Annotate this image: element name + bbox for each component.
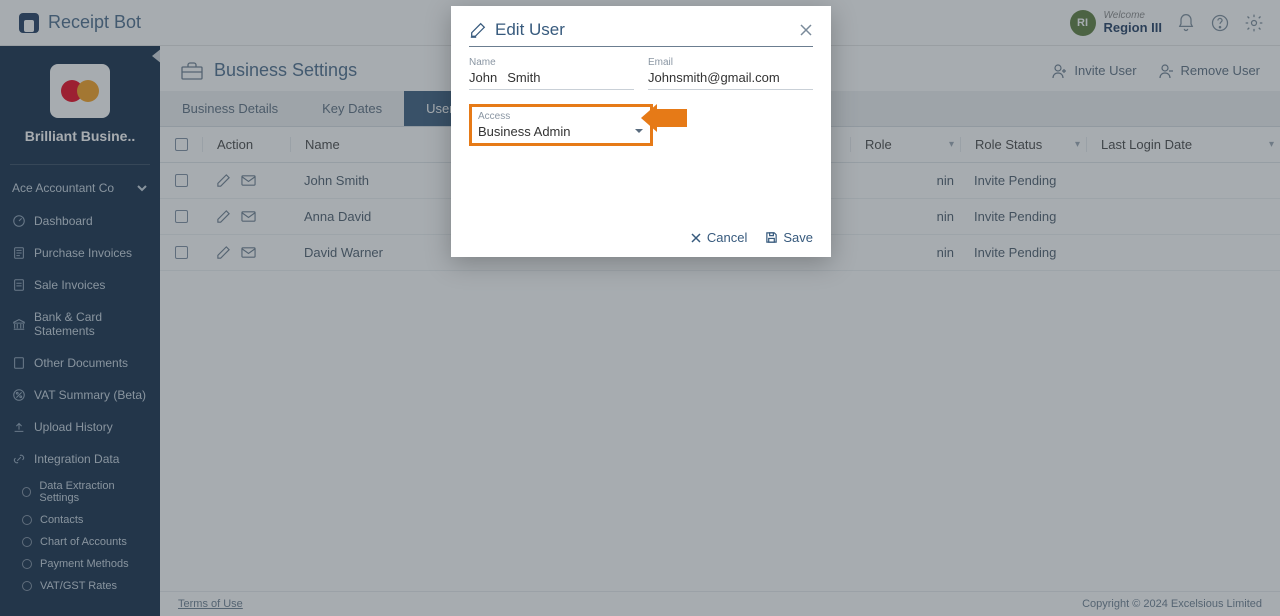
callout-arrow-icon — [641, 104, 687, 132]
pencil-icon — [469, 21, 487, 39]
close-icon[interactable] — [799, 23, 813, 37]
floppy-icon — [765, 231, 778, 244]
cancel-button[interactable]: Cancel — [690, 230, 747, 245]
access-value: Business Admin — [478, 124, 571, 139]
modal-title: Edit User — [495, 20, 565, 40]
email-value: Johnsmith@gmail.com — [648, 70, 813, 85]
email-field[interactable]: Email Johnsmith@gmail.com — [648, 57, 813, 90]
name-field[interactable]: Name John Smith — [469, 57, 634, 90]
save-button[interactable]: Save — [765, 230, 813, 245]
first-name: John — [469, 70, 497, 85]
access-select[interactable]: Access Business Admin — [469, 104, 653, 146]
x-icon — [690, 232, 702, 244]
last-name: Smith — [507, 70, 540, 85]
